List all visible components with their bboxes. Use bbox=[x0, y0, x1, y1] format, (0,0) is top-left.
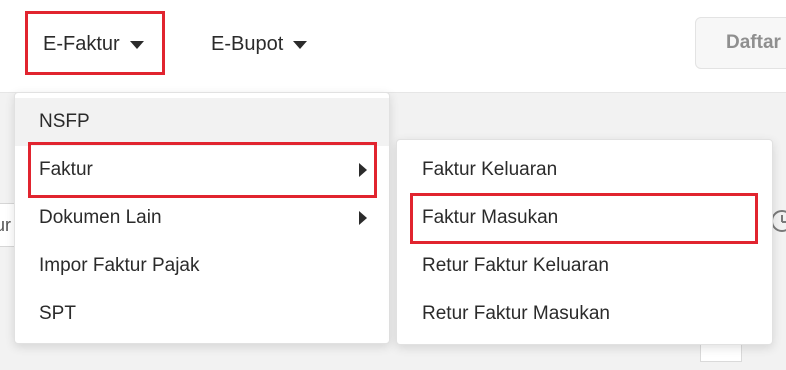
menu-item-label: NSFP bbox=[39, 111, 90, 132]
chevron-right-icon bbox=[359, 211, 367, 225]
daftar-button[interactable]: Daftar bbox=[695, 17, 786, 69]
caret-down-icon bbox=[129, 41, 144, 49]
menu-item-label: Faktur bbox=[39, 159, 93, 180]
submenu-item-faktur-masukan[interactable]: Faktur Masukan bbox=[397, 194, 772, 242]
daftar-button-label: Daftar bbox=[726, 32, 781, 53]
caret-down-icon bbox=[293, 41, 308, 49]
clock-icon[interactable] bbox=[771, 210, 786, 232]
nav-efaktur-label: E-Faktur bbox=[43, 32, 120, 55]
submenu-item-faktur-keluaran[interactable]: Faktur Keluaran bbox=[397, 146, 772, 194]
menu-item-impor-faktur-pajak[interactable]: Impor Faktur Pajak bbox=[15, 242, 389, 290]
nav-ebupot-dropdown[interactable]: E-Bupot bbox=[211, 0, 308, 88]
nav-ebupot-label: E-Bupot bbox=[211, 32, 284, 55]
submenu-item-retur-faktur-keluaran[interactable]: Retur Faktur Keluaran bbox=[397, 242, 772, 290]
menu-item-spt[interactable]: SPT bbox=[15, 290, 389, 338]
efaktur-dropdown-menu: NSFP Faktur Dokumen Lain Impor Faktur Pa… bbox=[14, 92, 390, 344]
menu-item-faktur[interactable]: Faktur bbox=[15, 146, 389, 194]
submenu-item-retur-faktur-masukan[interactable]: Retur Faktur Masukan bbox=[397, 290, 772, 338]
submenu-item-label: Faktur Keluaran bbox=[422, 159, 558, 180]
menu-item-label: Dokumen Lain bbox=[39, 207, 162, 228]
chevron-right-icon bbox=[359, 163, 367, 177]
menu-item-label: SPT bbox=[39, 303, 76, 324]
menu-item-nsfp[interactable]: NSFP bbox=[15, 98, 389, 146]
submenu-item-label: Retur Faktur Keluaran bbox=[422, 255, 609, 276]
menu-item-label: Impor Faktur Pajak bbox=[39, 255, 200, 276]
submenu-item-label: Retur Faktur Masukan bbox=[422, 303, 610, 324]
menu-item-dokumen-lain[interactable]: Dokumen Lain bbox=[15, 194, 389, 242]
top-nav-bar: E-Faktur E-Bupot Daftar bbox=[0, 0, 786, 93]
faktur-submenu: Faktur Keluaran Faktur Masukan Retur Fak… bbox=[396, 139, 773, 345]
nav-efaktur-dropdown[interactable]: E-Faktur bbox=[43, 0, 144, 88]
submenu-item-label: Faktur Masukan bbox=[422, 207, 559, 228]
background-input-text: ur bbox=[0, 215, 12, 235]
